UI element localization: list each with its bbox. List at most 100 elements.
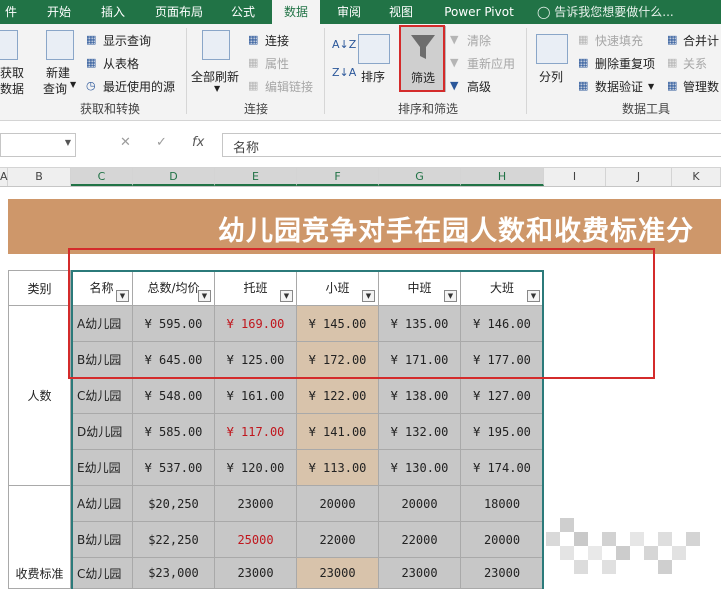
advanced-button[interactable]: 高级 [467,78,491,95]
column-header[interactable]: B [8,168,71,186]
text-to-columns-button[interactable]: 分列 [539,68,563,85]
cancel-icon[interactable]: ✕ [120,135,131,150]
header-category[interactable]: 类别 [8,270,71,306]
table-cell[interactable]: 23000 [297,558,379,589]
table-cell[interactable]: ¥ 537.00 [133,450,215,486]
table-cell[interactable]: ¥ 174.00 [461,450,544,486]
refresh-all-button[interactable]: 全部刷新 [191,68,239,85]
column-header[interactable]: K [672,168,721,186]
table-cell[interactable]: ¥ 127.00 [461,378,544,414]
tell-me-search[interactable]: ◯ 告诉我您想要做什么... [537,0,674,24]
table-cell-name[interactable]: A幼儿园 [71,486,133,522]
table-cell[interactable]: 23000 [215,558,297,589]
column-header[interactable]: I [544,168,606,186]
remove-duplicates-button[interactable]: 删除重复项 [595,55,655,72]
table-cell[interactable]: ¥ 585.00 [133,414,215,450]
category-label: 人数 [27,389,52,403]
column-header[interactable]: G [379,168,461,186]
tab-insert[interactable]: 插入 [92,0,134,24]
group-label-data-tools: 数据工具 [622,102,671,116]
table-cell[interactable]: ¥ 195.00 [461,414,544,450]
formula-input[interactable]: 名称 [222,133,721,157]
table-cell[interactable]: 22000 [297,522,379,558]
name-box[interactable]: ▼ [0,133,76,157]
table-cell[interactable]: 20000 [379,486,461,522]
consolidate-button[interactable]: 合并计 [683,32,719,49]
tab-review[interactable]: 审阅 [328,0,370,24]
recent-sources-button[interactable]: 最近使用的源 [103,78,175,95]
category-cell[interactable]: 收费标准 [8,486,71,589]
table-cell[interactable]: 23000 [215,486,297,522]
table-cell[interactable]: 20000 [297,486,379,522]
new-query-button-line2[interactable]: 查询 [43,80,67,97]
chevron-down-icon[interactable]: ▼ [65,138,71,147]
table-cell[interactable]: 23000 [461,558,544,589]
flash-fill-icon: ▦ [578,33,589,46]
new-query-button-line1[interactable]: 新建 [46,64,70,81]
group-label-get-transform: 获取和转换 [80,102,141,116]
table-cell[interactable]: 18000 [461,486,544,522]
table-cell-name[interactable]: B幼儿园 [71,522,133,558]
table-cell[interactable]: ¥ 120.00 [215,450,297,486]
tab-page-layout[interactable]: 页面布局 [146,0,212,24]
get-data-button-line1[interactable]: 获取 [0,64,24,81]
ribbon-separator [526,28,527,114]
from-table-button[interactable]: 从表格 [103,55,139,72]
sort-az-icon[interactable]: A↓Z [332,38,356,51]
tab-file[interactable]: 件 [0,0,22,24]
table-cell[interactable]: ¥ 141.00 [297,414,379,450]
manage-data-model-icon: ▦ [667,79,678,92]
chevron-down-icon: ▼ [214,84,221,93]
show-queries-button[interactable]: 显示查询 [103,32,151,49]
properties-icon: ▦ [248,56,259,69]
tab-power-pivot[interactable]: Power Pivot [436,0,522,24]
table-cell[interactable]: ¥ 138.00 [379,378,461,414]
table-cell-name[interactable]: C幼儿园 [71,558,133,589]
table-cell[interactable]: ¥ 548.00 [133,378,215,414]
data-validation-button[interactable]: 数据验证 [595,78,643,95]
table-cell[interactable]: ¥ 117.00 [215,414,297,450]
table-cell[interactable]: ¥ 122.00 [297,378,379,414]
tab-view[interactable]: 视图 [380,0,422,24]
sort-za-icon[interactable]: Z↓A [332,66,356,79]
table-cell[interactable]: ¥ 132.00 [379,414,461,450]
sheet-title: 幼儿园竞争对手在园人数和收费标准分 [218,216,694,247]
table-cell[interactable]: $20,250 [133,486,215,522]
title-band[interactable]: 幼儿园竞争对手在园人数和收费标准分 [8,199,721,254]
flash-fill-button: 快速填充 [595,34,644,48]
column-header[interactable]: C [71,168,133,186]
table-cell-name[interactable]: E幼儿园 [71,450,133,486]
table-cell[interactable]: ¥ 161.00 [215,378,297,414]
column-header[interactable]: D [133,168,215,186]
table-cell[interactable]: 25000 [215,522,297,558]
tab-data[interactable]: 数据 [272,0,320,24]
new-query-icon [46,30,74,60]
get-data-button-line2[interactable]: 数据 [0,80,24,97]
enter-icon[interactable]: ✓ [156,135,167,150]
tab-home[interactable]: 开始 [38,0,80,24]
column-header-row: A B C D E F G H I J K [0,168,721,187]
manage-data-model-button[interactable]: 管理数 [683,78,719,95]
table-cell[interactable]: $22,250 [133,522,215,558]
connections-button[interactable]: 连接 [265,32,289,49]
ribbon-tab-bar: 件 开始 插入 页面布局 公式 数据 审阅 视图 Power Pivot ◯ 告… [0,0,721,24]
table-cell[interactable]: 22000 [379,522,461,558]
column-header[interactable]: E [215,168,297,186]
group-label-sort-filter: 排序和筛选 [398,102,459,116]
column-header[interactable]: A [0,168,8,186]
column-header[interactable]: H [461,168,544,186]
table-cell-name[interactable]: C幼儿园 [71,378,133,414]
category-cell[interactable]: 人数 [8,306,71,486]
table-cell[interactable]: 20000 [461,522,544,558]
table-cell[interactable]: 23000 [379,558,461,589]
table-cell-name[interactable]: D幼儿园 [71,414,133,450]
table-cell[interactable]: ¥ 113.00 [297,450,379,486]
table-cell[interactable]: ¥ 130.00 [379,450,461,486]
tab-formulas[interactable]: 公式 [222,0,264,24]
insert-function-icon[interactable]: fx [192,135,204,150]
sort-button[interactable]: 排序 [361,68,385,85]
ribbon-data-tab: 获取 数据 新建 查询 ▼ ▦ 显示查询 ▦ 从表格 ◷ 最近使用的源 获取和转… [0,24,721,121]
column-header[interactable]: J [606,168,672,186]
column-header[interactable]: F [297,168,379,186]
table-cell[interactable]: $23,000 [133,558,215,589]
